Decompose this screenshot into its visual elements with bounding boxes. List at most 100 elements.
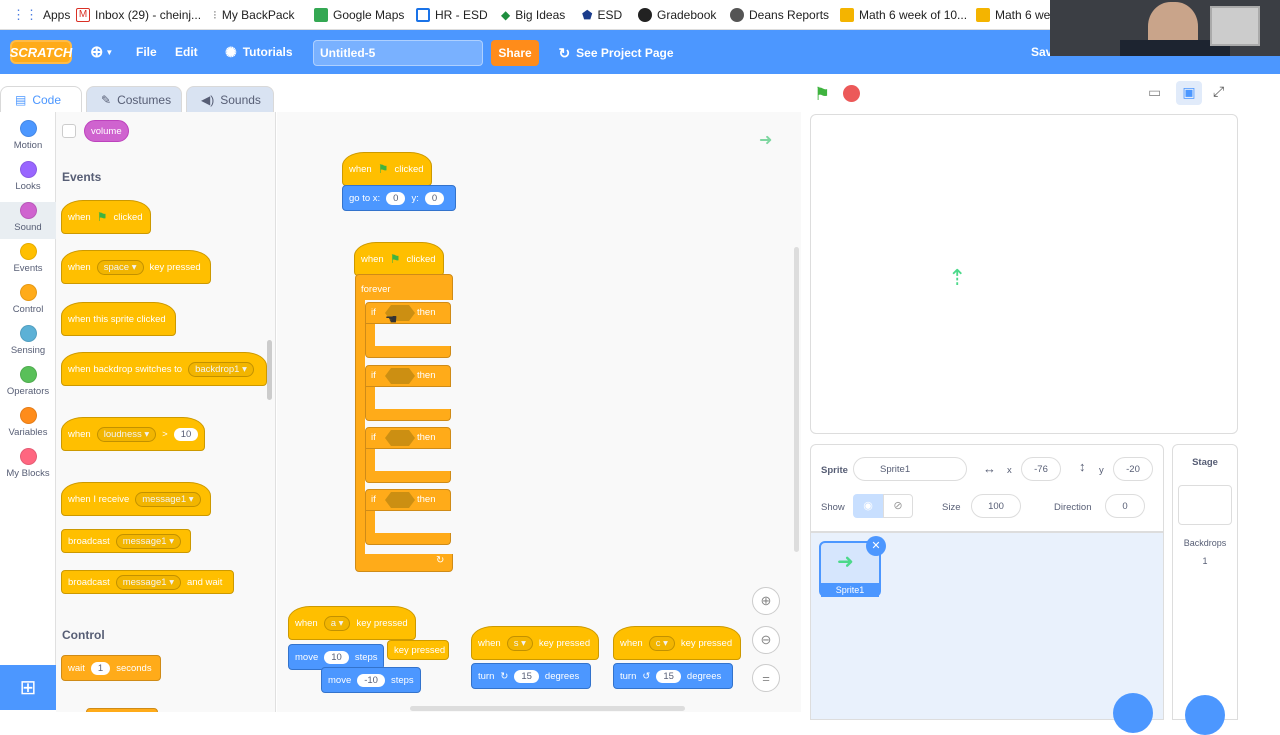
direction-input[interactable]: 0 [1105,494,1145,518]
bookmark-hr[interactable]: HR - ESD [416,0,488,30]
zoom-out-button[interactable]: ⊖ [752,626,780,654]
go-to-xy-block[interactable]: go to x: 0 y: 0 [342,185,456,211]
category-my-blocks[interactable]: My Blocks [0,448,56,479]
palette-scrollbar[interactable] [267,340,272,400]
vertical-scrollbar[interactable] [794,247,799,552]
if-then-block-4[interactable]: if then [365,489,451,547]
project-title-input[interactable]: Untitled-5 [313,40,483,66]
add-extension-button[interactable]: ⊞ [0,665,56,710]
show-visible-button[interactable]: ◉ [853,494,883,518]
size-input[interactable]: 100 [971,494,1021,518]
if-then-block-3[interactable]: if then [365,427,451,485]
when-c-key-pressed-block[interactable]: when c ▾ key pressed [613,626,741,660]
bookmark-deans[interactable]: Deans Reports [730,0,829,30]
condition-slot[interactable] [385,368,415,384]
loudness-value-input[interactable]: 10 [173,427,199,441]
broadcast-and-wait-block[interactable]: broadcast message1 ▾ and wait [61,570,234,594]
if-then-block-1[interactable]: if then [365,302,451,360]
turn-right-block[interactable]: turn ↻ 15 degrees [471,663,591,689]
add-sprite-button[interactable] [1113,693,1153,733]
when-flag-clicked-block[interactable]: when ⚑ clicked [61,200,151,234]
large-stage-button[interactable]: ▣ [1176,81,1202,105]
stage-canvas[interactable]: ⇡ [810,114,1238,434]
tab-sounds[interactable]: ◀) Sounds [186,86,274,112]
when-flag-clicked-block-2[interactable]: when ⚑ clicked [354,242,444,276]
category-control[interactable]: Control [0,284,56,315]
delete-sprite-button[interactable]: ✕ [866,536,886,556]
key-dropdown[interactable]: space ▾ [96,259,144,275]
when-loudness-block[interactable]: when loudness ▾ >10 [61,417,205,451]
wait-seconds-block[interactable]: wait 1 seconds [61,655,161,681]
y-input[interactable]: -20 [1113,457,1153,481]
when-a-key-pressed-block[interactable]: when a ▾ key pressed [288,606,416,640]
move-back-input[interactable]: -10 [357,673,385,687]
category-looks[interactable]: Looks [0,161,56,192]
key-a-dropdown[interactable]: a ▾ [323,615,351,631]
when-sprite-clicked-block[interactable]: when this sprite clicked [61,302,176,336]
category-variables[interactable]: Variables [0,407,56,438]
language-menu[interactable]: ⊕ ▼ [90,30,113,74]
arrow-sprite[interactable]: ⇡ [948,267,966,289]
condition-slot[interactable] [385,492,415,508]
sprite-name-input[interactable]: Sprite1 [853,457,967,481]
move-steps-input[interactable]: 10 [324,650,349,664]
bookmark-esd[interactable]: ⬟ ESD [582,0,622,30]
turn-left-block[interactable]: turn ↺ 15 degrees [613,663,733,689]
see-project-page-button[interactable]: ↻ See Project Page [551,40,681,66]
checkbox-volume[interactable] [62,124,76,138]
zoom-reset-button[interactable]: = [752,664,780,692]
broadcast-block[interactable]: broadcast message1 ▾ [61,529,191,553]
wait-value-input[interactable]: 1 [90,661,111,675]
bookmark-inbox[interactable]: M Inbox (29) - cheinj... [76,0,201,30]
category-sound[interactable]: Sound [0,202,56,239]
key-pressed-fragment[interactable]: key pressed [387,640,449,660]
go-to-y-input[interactable]: 0 [424,191,445,205]
share-button[interactable]: Share [491,40,539,66]
go-to-x-input[interactable]: 0 [386,191,406,205]
backdrop-thumbnail[interactable] [1178,485,1232,525]
horizontal-scrollbar[interactable] [410,706,685,711]
bookmark-math6[interactable]: Math 6 week of 10... [840,0,967,30]
when-key-pressed-block[interactable]: when space ▾ key pressed [61,250,211,284]
if-then-block-2[interactable]: if then [365,365,451,423]
turn-left-input[interactable]: 15 [656,669,681,683]
tab-costumes[interactable]: ✎ Costumes [86,86,182,112]
category-operators[interactable]: Operators [0,366,56,397]
show-hidden-button[interactable]: ⊘ [883,494,913,518]
next-control-block[interactable] [86,708,158,712]
when-backdrop-switches-block[interactable]: when backdrop switches to backdrop1 ▾ [61,352,267,386]
bookmark-apps[interactable]: ⋮⋮ Apps [12,0,70,30]
scratch-logo[interactable]: SCRATCH [10,40,72,64]
zoom-in-button[interactable]: ⊕ [752,587,780,615]
when-flag-clicked-block[interactable]: when ⚑ clicked [342,152,432,186]
bookmark-math6b[interactable]: Math 6 wee [976,0,1057,30]
bookmark-backpack[interactable]: ⁝ My BackPack [213,0,295,30]
key-s-dropdown[interactable]: s ▾ [506,635,533,651]
move-back-steps-block[interactable]: move -10 steps [321,667,421,693]
when-s-key-pressed-block[interactable]: when s ▾ key pressed [471,626,599,660]
bookmark-bigideas[interactable]: ◆ Big Ideas [501,0,565,30]
message-dropdown[interactable]: message1 ▾ [135,491,201,507]
fullscreen-button[interactable]: ⤢ [1213,83,1224,100]
category-sensing[interactable]: Sensing [0,325,56,356]
volume-reporter[interactable]: volume [84,120,129,142]
when-i-receive-block[interactable]: when I receive message1 ▾ [61,482,211,516]
turn-right-input[interactable]: 15 [514,669,539,683]
edit-menu[interactable]: Edit [175,30,198,74]
category-motion[interactable]: Motion [0,120,56,151]
condition-slot[interactable] [385,430,415,446]
key-c-dropdown[interactable]: c ▾ [648,635,675,651]
script-area[interactable]: when ⚑ clicked go to x: 0 y: 0 when ⚑ clicked f… [277,112,801,712]
bookmark-gradebook[interactable]: Gradebook [638,0,716,30]
small-stage-button[interactable]: ▭ [1148,84,1161,101]
tab-code[interactable]: ▤ Code [0,86,82,112]
stop-button[interactable] [843,85,860,102]
tutorials-button[interactable]: ✺ Tutorials [225,30,293,74]
broadcast-dropdown[interactable]: message1 ▾ [115,533,181,549]
bookmark-maps[interactable]: Google Maps [314,0,404,30]
x-input[interactable]: -76 [1021,457,1061,481]
category-events[interactable]: Events [0,243,56,274]
backdrop-dropdown[interactable]: backdrop1 ▾ [188,361,254,377]
loudness-dropdown[interactable]: loudness ▾ [96,426,157,442]
green-flag-button[interactable]: ⚑ [814,84,830,105]
